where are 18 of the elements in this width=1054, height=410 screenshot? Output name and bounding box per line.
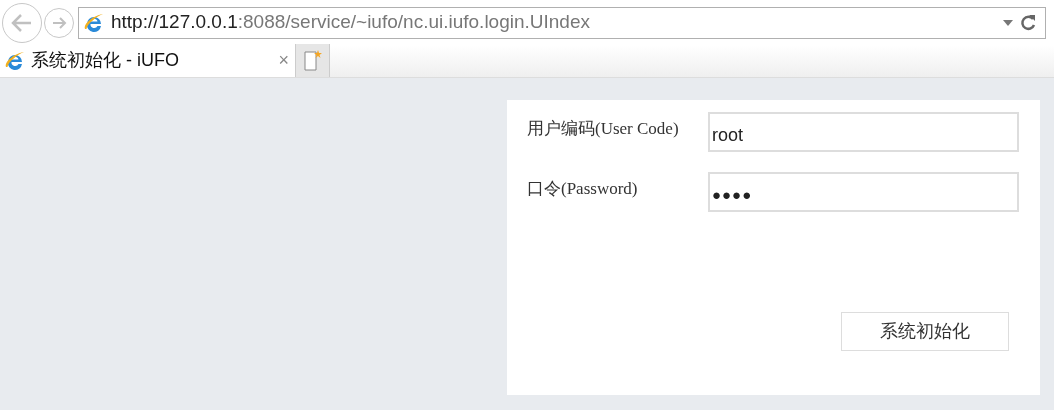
url-text: http://127.0.0.1:8088/service/~iufo/nc.ui.iufo.login.UIndex <box>111 10 591 35</box>
field-label: 口令(Password) <box>527 178 639 201</box>
browser-icon <box>83 11 105 34</box>
field-label: 用户编码(User Code) <box>527 118 680 141</box>
new-tab-button[interactable] <box>296 44 330 77</box>
tab-title: 系统初始化 - iUFO <box>31 49 180 72</box>
browser-tab[interactable]: 系统初始化 - iUFO × <box>0 44 296 77</box>
refresh-icon[interactable] <box>1019 12 1037 33</box>
browser-icon <box>4 49 26 72</box>
back-arrow-icon <box>10 12 34 33</box>
password-field[interactable]: ●●●● <box>708 172 1019 212</box>
new-tab-icon <box>301 48 324 73</box>
forward-arrow-icon <box>51 15 67 30</box>
address-bar[interactable]: http://127.0.0.1:8088/service/~iufo/nc.ui.iufo.login.UIndex <box>78 6 1046 39</box>
initialize-button[interactable]: 系统初始化 <box>841 312 1009 351</box>
close-tab-button[interactable]: × <box>278 47 289 74</box>
dropdown-icon[interactable] <box>1003 19 1013 26</box>
user-code-field[interactable]: root <box>708 112 1019 152</box>
